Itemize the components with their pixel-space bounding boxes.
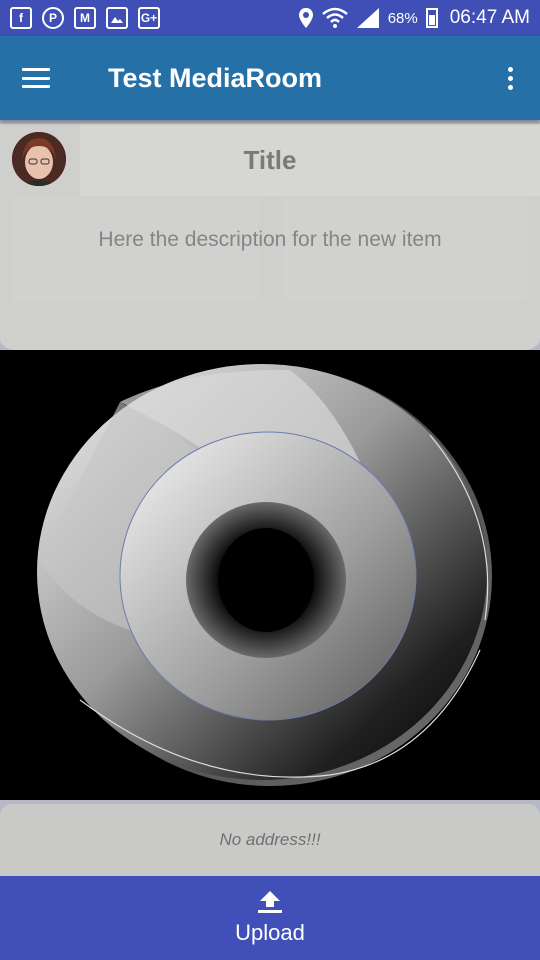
gallery-icon [106,7,128,29]
avatar[interactable] [12,132,66,186]
app-title: Test MediaRoom [108,62,323,93]
upload-icon [258,891,282,913]
address-card: No address!!! [0,804,540,876]
signal-icon [356,8,379,28]
gmail-icon: M [74,7,96,29]
notification-icons: f P M G+ [10,7,160,29]
menu-button[interactable] [0,36,72,120]
location-icon [298,8,313,28]
google-plus-icon: G+ [138,7,160,29]
pinterest-icon: P [42,7,64,29]
more-vert-icon [507,66,513,90]
wifi-icon [321,7,348,28]
clock: 06:47 AM [449,7,530,28]
address-text: No address!!! [219,830,321,849]
status-bar: f P M G+ 68% 06:47 AM [0,0,540,36]
dialog-description: Here the description for the new item [98,228,442,251]
hamburger-icon [22,68,50,88]
new-item-dialog: Title Here the description for the new i… [0,124,540,350]
media-image[interactable] [0,350,540,800]
battery-icon [425,8,438,28]
title-bar: Title [80,124,540,196]
facebook-icon: f [10,7,32,29]
overflow-menu-button[interactable] [480,36,540,120]
battery-percent: 68% [387,9,418,27]
upload-label: Upload [235,920,305,945]
dialog-title: Title [243,144,297,175]
system-icons: 68% 06:47 AM [298,7,530,29]
upload-button[interactable]: Upload [0,876,540,960]
app-bar: Test MediaRoom [0,36,540,120]
